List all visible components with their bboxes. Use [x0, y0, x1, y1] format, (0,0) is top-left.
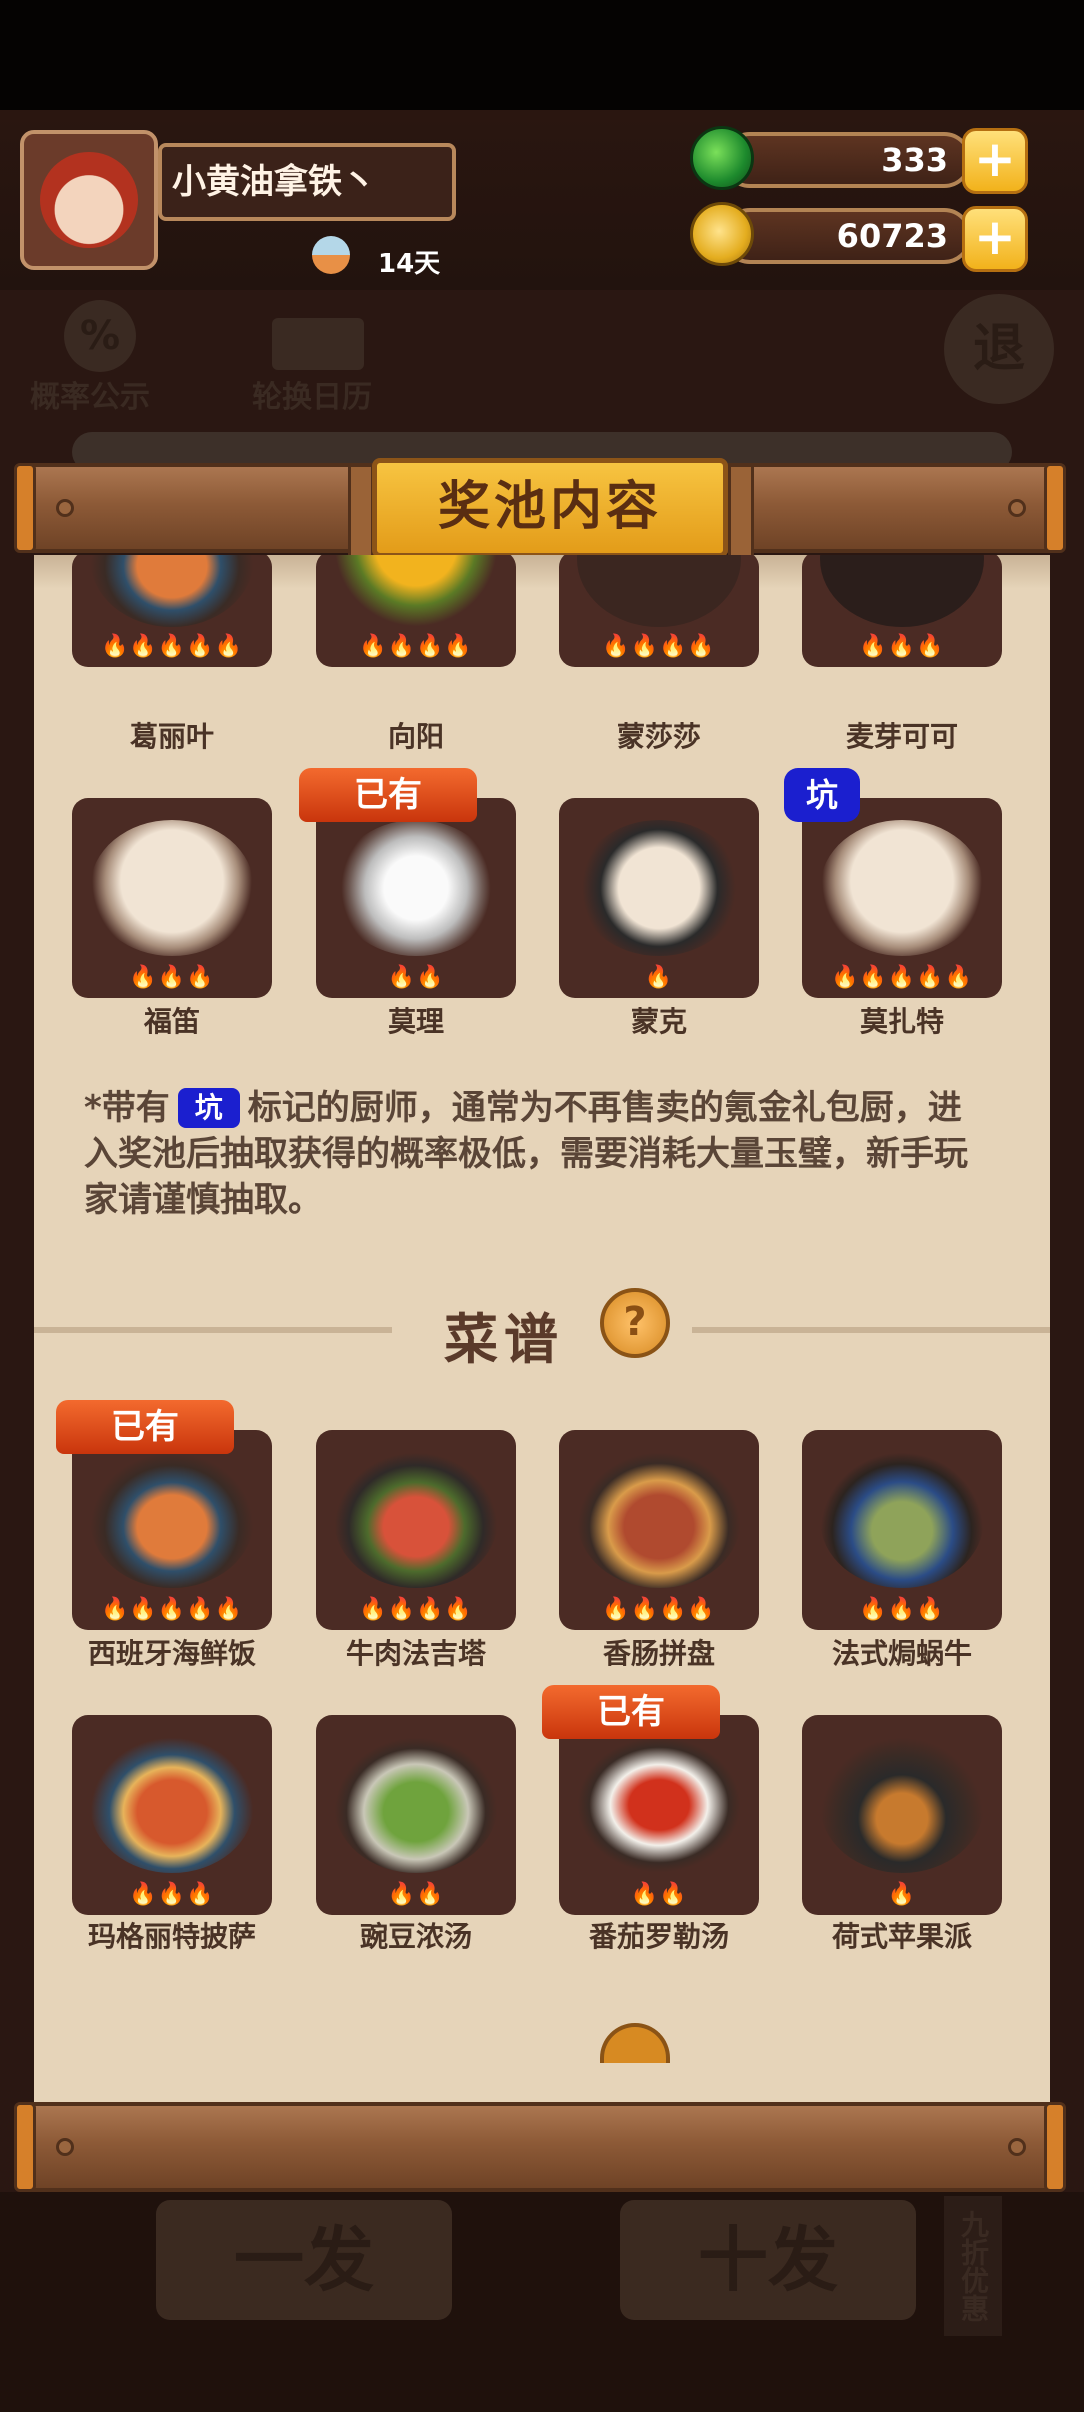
chef-name: 莫理 — [387, 1005, 444, 1038]
owned-badge: 已有 — [299, 768, 477, 822]
recipes-title: 菜谱 — [444, 1308, 564, 1371]
recipe-card[interactable]: 🔥🔥🔥🔥 — [559, 1430, 759, 1630]
recipe-card[interactable]: 🔥 — [802, 1715, 1002, 1915]
help-icon[interactable]: ? — [600, 1288, 670, 1358]
draw-ten-button: 十发 — [620, 2200, 916, 2320]
star-rating: 🔥🔥 — [387, 1882, 445, 1907]
scroll-bottom-rod — [14, 2102, 1066, 2192]
pit-badge: 坑 — [784, 768, 860, 822]
star-rating: 🔥🔥 — [387, 965, 445, 990]
title-post-left — [348, 464, 374, 560]
chef-card[interactable]: 🔥 — [559, 798, 759, 998]
star-rating: 🔥🔥🔥 — [859, 1597, 945, 1622]
divider-left — [34, 1327, 392, 1333]
rod-screw — [56, 499, 74, 517]
recipe-card[interactable]: 🔥🔥🔥 — [72, 1715, 272, 1915]
chef-name: 福笛 — [143, 1005, 200, 1038]
star-rating: 🔥🔥🔥🔥 — [602, 634, 716, 659]
calendar-icon — [272, 318, 364, 370]
recipe-card[interactable]: 🔥🔥 — [559, 1715, 759, 1915]
recipe-name: 豌豆浓汤 — [359, 1920, 472, 1953]
owned-badge: 已有 — [542, 1685, 720, 1739]
panel-title: 奖池内容 — [372, 458, 728, 558]
probability-label: 概率公示 — [30, 380, 150, 415]
add-coins-button[interactable]: + — [962, 206, 1028, 272]
pit-badge-inline: 坑 — [177, 1088, 240, 1128]
chef-name: 葛丽叶 — [129, 720, 214, 753]
title-post-right — [728, 464, 754, 560]
vip-days: 14天 — [378, 249, 441, 279]
owned-badge: 已有 — [56, 1400, 234, 1454]
recipe-name: 法式焗蜗牛 — [831, 1637, 972, 1670]
chef-card[interactable]: 🔥🔥 — [316, 798, 516, 998]
star-rating: 🔥🔥🔥🔥 — [602, 1597, 716, 1622]
star-rating: 🔥🔥🔥 — [129, 1882, 215, 1907]
recipe-card[interactable]: 🔥🔥🔥 — [802, 1430, 1002, 1630]
chef-card[interactable]: 🔥🔥🔥 — [802, 555, 1002, 667]
calendar-label: 轮换日历 — [252, 380, 372, 415]
rod-screw — [56, 2138, 74, 2156]
star-rating: 🔥🔥🔥🔥🔥 — [831, 965, 973, 990]
star-rating: 🔥 — [644, 965, 674, 990]
star-rating: 🔥🔥🔥🔥 — [359, 634, 473, 659]
coin-icon — [690, 202, 754, 266]
divider-right — [692, 1327, 1050, 1333]
draw-one-button: 一发 — [156, 2200, 452, 2320]
coin-counter: 60723 — [722, 208, 972, 264]
jade-icon — [690, 126, 754, 190]
recipe-name: 荷式苹果派 — [831, 1920, 972, 1953]
star-rating: 🔥🔥🔥🔥 — [359, 1597, 473, 1622]
recipe-name: 牛肉法吉塔 — [345, 1637, 486, 1670]
chef-name: 向阳 — [387, 720, 444, 753]
jade-counter: 333 — [722, 132, 972, 188]
star-rating: 🔥🔥 — [630, 1882, 688, 1907]
chef-card[interactable]: 🔥🔥🔥🔥 — [316, 555, 516, 667]
star-rating: 🔥🔥🔥 — [859, 634, 945, 659]
chef-name: 莫扎特 — [859, 1005, 944, 1038]
recipe-card[interactable]: 🔥🔥🔥🔥🔥 — [72, 1430, 272, 1630]
recipe-name: 香肠拼盘 — [602, 1637, 715, 1670]
avatar-face-icon — [40, 152, 138, 248]
vip-bottle-icon — [312, 236, 350, 274]
add-jade-button[interactable]: + — [962, 128, 1028, 194]
recipe-card[interactable]: 🔥🔥🔥🔥 — [316, 1430, 516, 1630]
recipe-name: 西班牙海鲜饭 — [87, 1637, 256, 1670]
star-rating: 🔥🔥🔥🔥🔥 — [101, 634, 243, 659]
help-icon-partial — [600, 2023, 670, 2063]
note-prefix: *带有 — [84, 1088, 170, 1128]
rod-screw — [1008, 499, 1026, 517]
chef-name: 蒙莎莎 — [616, 720, 701, 753]
chef-card[interactable]: 🔥🔥🔥 — [72, 798, 272, 998]
rod-cap-right — [1044, 2102, 1066, 2192]
discount-tag: 九折优惠 — [944, 2196, 1002, 2336]
star-rating: 🔥🔥🔥🔥🔥 — [101, 1597, 243, 1622]
recipe-name: 番茄罗勒汤 — [588, 1920, 729, 1953]
chef-name: 蒙克 — [630, 1005, 687, 1038]
star-rating: 🔥🔥🔥 — [129, 965, 215, 990]
player-avatar[interactable] — [20, 130, 158, 270]
recipe-name: 玛格丽特披萨 — [87, 1920, 256, 1953]
chef-card[interactable]: 🔥🔥🔥🔥🔥 — [72, 555, 272, 667]
recipe-card[interactable]: 🔥🔥 — [316, 1715, 516, 1915]
rod-cap-left — [14, 2102, 36, 2192]
exit-button: 退 — [944, 294, 1054, 404]
rod-screw — [1008, 2138, 1026, 2156]
chef-card[interactable]: 🔥🔥🔥🔥 — [559, 555, 759, 667]
chef-name: 麦芽可可 — [845, 720, 958, 753]
player-name: 小黄油拿铁丶 — [158, 143, 456, 221]
pit-warning-note: *带有坑标记的厨师，通常为不再售卖的氪金礼包厨，进入奖池后抽取获得的概率极低，需… — [84, 1085, 994, 1223]
chef-card[interactable]: 🔥🔥🔥🔥🔥 — [802, 798, 1002, 998]
status-bar — [0, 0, 1084, 110]
rod-cap-left — [14, 463, 36, 553]
prize-pool-panel[interactable]: 🔥🔥🔥🔥🔥 葛丽叶 🔥🔥🔥🔥 向阳 🔥🔥🔥🔥 蒙莎莎 🔥🔥🔥 麦芽可可 🔥🔥🔥 … — [34, 555, 1050, 2102]
rod-cap-right — [1044, 463, 1066, 553]
probability-icon: % — [64, 300, 136, 372]
star-rating: 🔥 — [887, 1882, 917, 1907]
